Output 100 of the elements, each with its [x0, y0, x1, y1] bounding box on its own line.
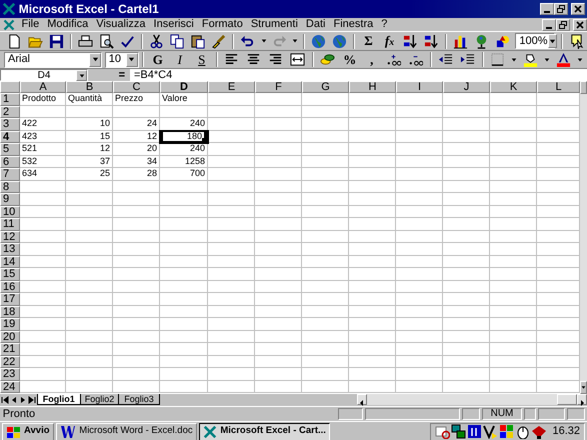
- empty-cell[interactable]: [302, 256, 349, 268]
- empty-cell[interactable]: [208, 156, 255, 168]
- scroll-thumb[interactable]: [557, 394, 577, 405]
- scroll-up-button[interactable]: [580, 81, 587, 94]
- row-header[interactable]: 2: [0, 106, 20, 118]
- table-cell[interactable]: 1258: [160, 156, 208, 168]
- empty-cell[interactable]: [208, 368, 255, 380]
- empty-cell[interactable]: [349, 130, 396, 143]
- empty-cell[interactable]: [255, 243, 302, 256]
- empty-cell[interactable]: [302, 380, 349, 393]
- empty-cell[interactable]: [113, 356, 160, 368]
- empty-cell[interactable]: [490, 380, 537, 393]
- empty-cell[interactable]: [113, 218, 160, 230]
- empty-cell[interactable]: [160, 306, 208, 318]
- empty-cell[interactable]: [160, 193, 208, 206]
- empty-cell[interactable]: [302, 293, 349, 306]
- row-header[interactable]: 15: [0, 268, 20, 280]
- empty-cell[interactable]: [490, 206, 537, 218]
- empty-cell[interactable]: [113, 380, 160, 393]
- empty-cell[interactable]: [208, 143, 255, 156]
- menu-item[interactable]: Dati: [302, 18, 330, 31]
- table-cell[interactable]: 37: [66, 156, 113, 168]
- empty-cell[interactable]: [490, 130, 537, 143]
- empty-cell[interactable]: [443, 193, 490, 206]
- empty-cell[interactable]: [66, 330, 113, 343]
- empty-cell[interactable]: [113, 293, 160, 306]
- scroll-right-button[interactable]: [577, 394, 587, 405]
- row-header[interactable]: 23: [0, 368, 20, 380]
- empty-cell[interactable]: [490, 156, 537, 168]
- empty-cell[interactable]: [443, 206, 490, 218]
- column-header[interactable]: F: [255, 81, 302, 93]
- menu-item[interactable]: File: [18, 18, 44, 31]
- empty-cell[interactable]: [113, 243, 160, 256]
- empty-cell[interactable]: [255, 118, 302, 130]
- menu-item[interactable]: Finestra: [329, 18, 378, 31]
- empty-cell[interactable]: [490, 280, 537, 293]
- empty-cell[interactable]: [349, 368, 396, 380]
- empty-cell[interactable]: [160, 243, 208, 256]
- italic-button[interactable]: I: [168, 50, 191, 68]
- empty-cell[interactable]: [208, 318, 255, 330]
- empty-cell[interactable]: [490, 368, 537, 380]
- empty-cell[interactable]: [490, 168, 537, 180]
- row-header[interactable]: 5: [0, 143, 20, 156]
- empty-cell[interactable]: [302, 280, 349, 293]
- empty-cell[interactable]: [490, 268, 537, 280]
- empty-cell[interactable]: [66, 293, 113, 306]
- empty-cell[interactable]: [396, 130, 443, 143]
- table-cell[interactable]: 700: [160, 168, 208, 180]
- empty-cell[interactable]: [66, 193, 113, 206]
- empty-cell[interactable]: [349, 268, 396, 280]
- empty-cell[interactable]: [113, 368, 160, 380]
- empty-cell[interactable]: [66, 318, 113, 330]
- empty-cell[interactable]: [255, 93, 302, 106]
- empty-cell[interactable]: [490, 93, 537, 106]
- empty-cell[interactable]: [113, 180, 160, 193]
- empty-cell[interactable]: [66, 268, 113, 280]
- percent-button[interactable]: %: [338, 50, 361, 68]
- table-cell[interactable]: 634: [20, 168, 66, 180]
- empty-cell[interactable]: [302, 268, 349, 280]
- row-header[interactable]: 24: [0, 380, 20, 393]
- empty-cell[interactable]: [396, 143, 443, 156]
- empty-cell[interactable]: [302, 143, 349, 156]
- empty-cell[interactable]: [396, 93, 443, 106]
- table-cell[interactable]: 10: [66, 118, 113, 130]
- name-box[interactable]: D4: [0, 69, 88, 81]
- empty-cell[interactable]: [443, 156, 490, 168]
- empty-cell[interactable]: [113, 280, 160, 293]
- empty-cell[interactable]: [113, 193, 160, 206]
- empty-cell[interactable]: [255, 293, 302, 306]
- empty-cell[interactable]: [443, 293, 490, 306]
- minimize-button[interactable]: [542, 18, 556, 30]
- zoom-box[interactable]: 100%: [515, 33, 556, 49]
- table-cell[interactable]: 34: [113, 156, 160, 168]
- empty-cell[interactable]: [113, 330, 160, 343]
- empty-cell[interactable]: [255, 106, 302, 118]
- row-header[interactable]: 3: [0, 118, 20, 130]
- empty-cell[interactable]: [113, 318, 160, 330]
- select-all-button[interactable]: [0, 81, 20, 93]
- close-button[interactable]: [571, 3, 585, 15]
- empty-cell[interactable]: [160, 380, 208, 393]
- empty-cell[interactable]: [208, 256, 255, 268]
- empty-cell[interactable]: [396, 268, 443, 280]
- empty-cell[interactable]: [490, 143, 537, 156]
- menu-item[interactable]: Inserisci: [150, 18, 198, 31]
- empty-cell[interactable]: [490, 180, 537, 193]
- empty-cell[interactable]: [302, 168, 349, 180]
- empty-cell[interactable]: [208, 230, 255, 243]
- empty-cell[interactable]: [66, 243, 113, 256]
- empty-cell[interactable]: [443, 230, 490, 243]
- row-header[interactable]: 11: [0, 218, 20, 230]
- empty-cell[interactable]: [255, 143, 302, 156]
- empty-cell[interactable]: [302, 130, 349, 143]
- vertical-scrollbar[interactable]: [580, 81, 587, 394]
- table-cell[interactable]: 422: [20, 118, 66, 130]
- empty-cell[interactable]: [66, 106, 113, 118]
- empty-cell[interactable]: [349, 206, 396, 218]
- column-header[interactable]: J: [443, 81, 490, 93]
- empty-cell[interactable]: [302, 306, 349, 318]
- empty-cell[interactable]: [208, 106, 255, 118]
- empty-cell[interactable]: [160, 356, 208, 368]
